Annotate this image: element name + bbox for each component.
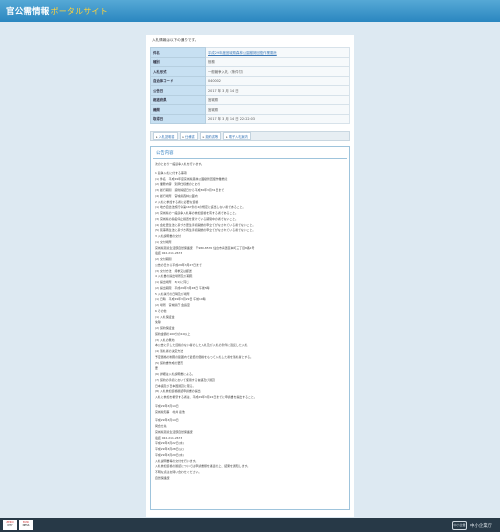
notice-title: 公告内容	[153, 149, 347, 159]
info-label: 種別	[150, 56, 206, 67]
main-content: 入札情報は以下の通りです。 件名 平成29年度宮城県森林公園樹勢回復作業委託 種別役…	[146, 35, 354, 517]
site-footer: ZERO NTY BUSI NESS 中小企業 中小企業庁	[0, 518, 500, 532]
arrow-right-icon: ▸	[182, 134, 185, 139]
footer-badge-icon[interactable]: ZERO NTY	[3, 520, 17, 530]
footer-agency[interactable]: 中小企業 中小企業庁	[452, 521, 492, 530]
badge-text: NTY	[7, 524, 13, 528]
info-value: 役務	[205, 56, 350, 67]
site-header: 官公需情報ポータルサイト	[0, 0, 500, 22]
footer-badge-icon[interactable]: BUSI NESS	[19, 520, 33, 530]
info-row: 種別 役務	[150, 56, 350, 67]
info-row: 公告日 2017 年 3 月 14 日	[150, 85, 350, 96]
tab-label: 入札説明書	[158, 134, 175, 139]
info-value: 040002	[205, 75, 350, 86]
arrow-right-icon: ▸	[226, 134, 228, 139]
info-row: 件名 平成29年度宮城県森林公園樹勢回復作業委託	[150, 47, 350, 58]
tab-label: 仕様書	[185, 134, 195, 139]
info-label: 自治体コード	[150, 75, 206, 86]
info-label: 取得日	[150, 113, 206, 124]
badge-text: NESS	[22, 524, 30, 528]
info-value: 一般競争入札（条件付）	[205, 66, 350, 77]
notice-line: 自然保護課	[155, 475, 170, 480]
info-value: 2017 年 3 月 14 日	[205, 85, 350, 96]
info-table: 件名 平成29年度宮城県森林公園樹勢回復作業委託 種別 役務 入札形式 一般競争入札（条件…	[150, 47, 350, 124]
info-value: 2017 年 3 月 14 日 22:22:03	[205, 113, 350, 124]
info-row: 取得日 2017 年 3 月 14 日 22:22:03	[150, 113, 350, 124]
info-label: 件名	[150, 47, 206, 58]
info-value: 宮城県	[205, 94, 350, 105]
site-title: 官公需情報	[6, 7, 50, 17]
info-row: 機関 宮城県	[150, 104, 350, 115]
notice-panel: 公告内容 次のとおり一般競争入札を行います。 1 競争入札に付する事項 (1) 件名…	[150, 146, 350, 510]
document-tabs: ▸入札説明書 ▸仕様書 ▸契約書等 ▸電子入札案内	[150, 131, 350, 141]
arrow-right-icon: ▸	[156, 134, 158, 139]
tab-document[interactable]: ▸仕様書	[179, 131, 198, 141]
info-value[interactable]: 平成29年度宮城県森林公園樹勢回復作業委託	[205, 47, 350, 58]
info-label: 入札形式	[150, 66, 206, 77]
info-row: 入札形式 一般競争入札（条件付）	[150, 66, 350, 77]
info-label: 機関	[150, 104, 206, 115]
tab-document[interactable]: ▸契約書等	[199, 131, 222, 141]
site-logo[interactable]: 官公需情報ポータルサイト	[6, 5, 108, 17]
info-row: 都道府県 宮城県	[150, 94, 350, 105]
info-value: 宮城県	[205, 104, 350, 115]
agency-mark-icon: 中小企業	[452, 521, 468, 530]
agency-name: 中小企業庁	[470, 523, 492, 529]
info-row: 自治体コード 040002	[150, 75, 350, 86]
notice-body: 次のとおり一般競争入札を行います。 1 競争入札に付する事項 (1) 件名 平成29…	[153, 162, 347, 482]
tab-label: 契約書等	[205, 134, 219, 139]
info-label: 都道府県	[150, 94, 206, 105]
site-subtitle: ポータルサイト	[50, 7, 108, 16]
tab-document[interactable]: ▸電子入札案内	[223, 131, 251, 141]
intro-text: 入札情報は以下の通りです。	[152, 38, 199, 42]
info-label: 公告日	[150, 85, 206, 96]
tab-label: 電子入札案内	[228, 134, 248, 139]
tab-document[interactable]: ▸入札説明書	[153, 131, 178, 141]
footer-badges: ZERO NTY BUSI NESS	[3, 520, 33, 530]
